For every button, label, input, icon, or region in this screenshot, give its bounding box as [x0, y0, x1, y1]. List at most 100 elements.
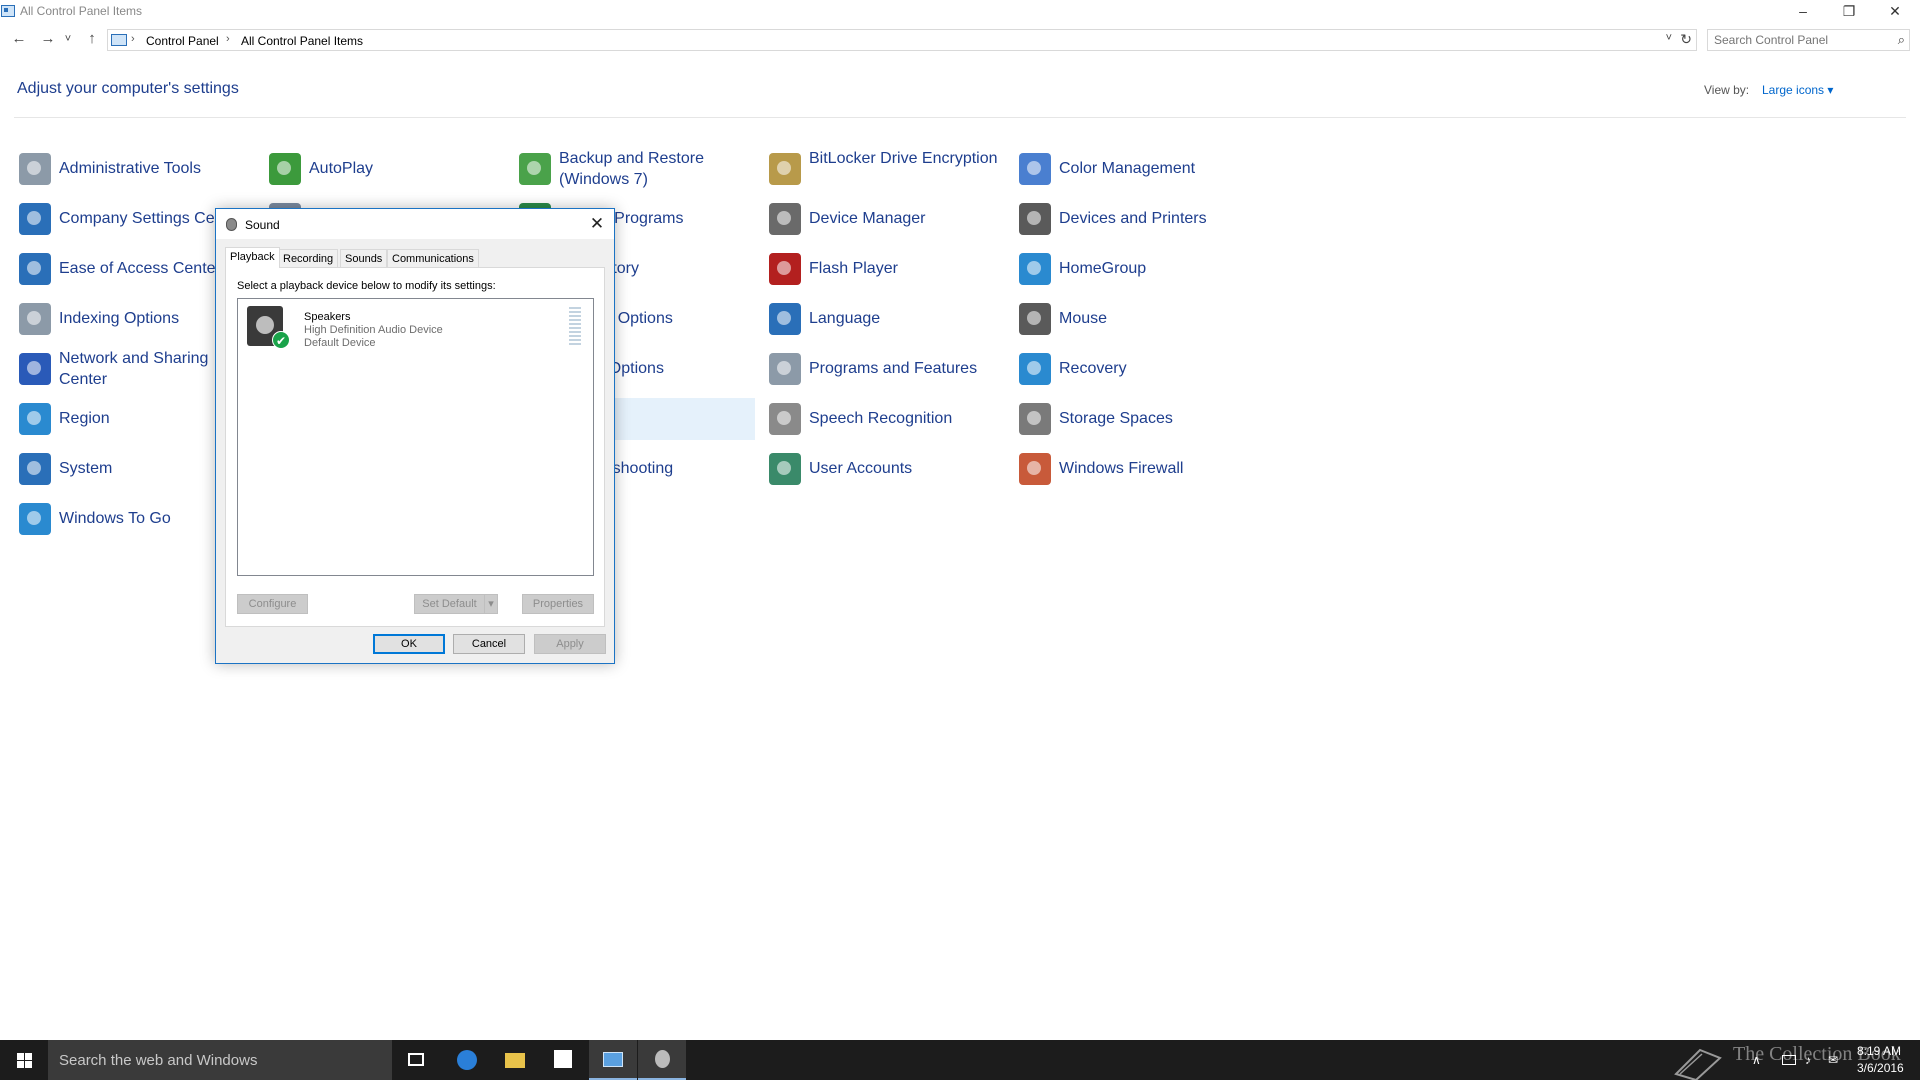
cp-item-backup-and-restore-windows-7[interactable]: Backup and Restore (Windows 7)	[515, 148, 755, 190]
color-management-icon	[1019, 153, 1051, 185]
dialog-title: Sound	[245, 218, 280, 232]
ok-button[interactable]: OK	[373, 634, 445, 654]
network-icon[interactable]	[1782, 1055, 1796, 1065]
recent-locations-button[interactable]: ˅	[61, 29, 75, 49]
cp-item-autoplay[interactable]: AutoPlay	[265, 148, 505, 190]
mouse-icon	[1019, 303, 1051, 335]
set-default-dropdown-button[interactable]: ▾	[484, 594, 498, 614]
refresh-icon[interactable]: ↻	[1680, 31, 1692, 48]
action-center-icon[interactable]: ✉	[1828, 1053, 1838, 1067]
cp-item-label: Programs and Features	[809, 360, 978, 377]
language-icon	[769, 303, 801, 335]
task-view-button[interactable]	[392, 1040, 440, 1080]
company-settings-icon	[19, 203, 51, 235]
cp-item-mouse[interactable]: Mouse	[1015, 298, 1255, 340]
cp-item-speech-recognition[interactable]: Speech Recognition	[765, 398, 1005, 440]
minimize-button[interactable]: –	[1780, 0, 1826, 24]
apply-button[interactable]: Apply	[534, 634, 606, 654]
playback-device-list[interactable]: ✔ Speakers High Definition Audio Device …	[237, 298, 594, 576]
clock-date[interactable]: 3/6/2016	[1857, 1061, 1904, 1075]
control-panel-icon	[603, 1052, 623, 1067]
cp-item-label: Recovery	[1059, 360, 1127, 377]
homegroup-icon	[1019, 253, 1051, 285]
store-icon	[554, 1050, 572, 1068]
view-by-dropdown[interactable]: Large icons ▾	[1762, 83, 1833, 97]
breadcrumb-all-items[interactable]: All Control Panel Items	[241, 34, 363, 48]
cp-item-storage-spaces[interactable]: Storage Spaces	[1015, 398, 1255, 440]
cp-item-device-manager[interactable]: Device Manager	[765, 198, 1005, 240]
instruction-text: Select a playback device below to modify…	[237, 280, 496, 292]
cp-item-user-accounts[interactable]: User Accounts	[765, 448, 1005, 490]
cancel-button[interactable]: Cancel	[453, 634, 525, 654]
cp-item-label: Device Manager	[809, 210, 926, 227]
store-button[interactable]	[540, 1040, 588, 1080]
cp-item-flash-player[interactable]: Flash Player	[765, 248, 1005, 290]
search-input[interactable]	[1714, 32, 1884, 48]
cp-item-label: BitLocker Drive Encryption	[809, 150, 998, 167]
task-view-icon	[408, 1053, 424, 1066]
cp-item-recovery[interactable]: Recovery	[1015, 348, 1255, 390]
dialog-close-button[interactable]: ✕	[586, 213, 608, 235]
cp-item-label: Flash Player	[809, 260, 898, 277]
sound-taskbar-button[interactable]	[638, 1040, 686, 1080]
device-manager-icon	[769, 203, 801, 235]
flash-player-icon	[769, 253, 801, 285]
tab-sounds[interactable]: Sounds	[340, 249, 388, 267]
cp-item-label: AutoPlay	[309, 160, 374, 177]
tray-chevron-icon[interactable]: ∧	[1752, 1053, 1761, 1067]
windows-firewall-icon	[1019, 453, 1051, 485]
edge-button[interactable]	[443, 1040, 491, 1080]
windows-to-go-icon	[19, 503, 51, 535]
device-description: High Definition Audio Device	[304, 324, 443, 336]
up-button[interactable]: ↑	[81, 29, 103, 49]
device-speakers[interactable]: ✔ Speakers High Definition Audio Device …	[240, 301, 591, 353]
cp-item-windows-firewall[interactable]: Windows Firewall	[1015, 448, 1255, 490]
cp-item-administrative-tools[interactable]: Administrative Tools	[15, 148, 255, 190]
forward-button[interactable]: →	[37, 29, 59, 49]
cp-item-bitlocker-drive-encryption[interactable]: BitLocker Drive Encryption	[765, 148, 1005, 190]
file-explorer-button[interactable]	[491, 1040, 539, 1080]
tab-recording[interactable]: Recording	[278, 249, 339, 267]
tab-playback[interactable]: Playback	[225, 247, 280, 268]
cp-item-homegroup[interactable]: HomeGroup	[1015, 248, 1255, 290]
device-status: Default Device	[304, 337, 376, 349]
start-button[interactable]	[0, 1040, 48, 1080]
cp-item-color-management[interactable]: Color Management	[1015, 148, 1255, 190]
cp-item-programs-and-features[interactable]: Programs and Features	[765, 348, 1005, 390]
administrative-tools-icon	[19, 153, 51, 185]
taskbar-search-placeholder: Search the web and Windows	[59, 1052, 258, 1069]
taskbar-search-box[interactable]: Search the web and Windows	[48, 1040, 392, 1080]
cp-item-label: User Accounts	[809, 460, 913, 477]
configure-button[interactable]: Configure	[237, 594, 308, 614]
clock-time[interactable]: 8:19 AM	[1857, 1044, 1901, 1058]
watermark-book-logo	[1674, 1048, 1722, 1080]
breadcrumb-separator: ›	[131, 33, 135, 45]
backup-restore-icon	[519, 153, 551, 185]
window-titlebar: All Control Panel Items – ❐ ✕	[0, 0, 1920, 24]
set-default-button[interactable]: Set Default	[414, 594, 485, 614]
cp-item-label: Windows Firewall	[1059, 460, 1184, 477]
properties-button[interactable]: Properties	[522, 594, 594, 614]
folder-icon	[505, 1053, 525, 1068]
cp-item-language[interactable]: Language	[765, 298, 1005, 340]
cp-item-label: Storage Spaces	[1059, 410, 1173, 427]
ease-of-access-icon	[19, 253, 51, 285]
close-button[interactable]: ✕	[1872, 0, 1918, 24]
address-dropdown-icon[interactable]: ˅	[1666, 32, 1672, 44]
speaker-icon	[226, 218, 237, 231]
volume-icon[interactable]: ♪	[1805, 1053, 1811, 1067]
control-panel-app-icon	[1, 5, 15, 17]
cp-item-label: Region	[59, 410, 110, 427]
breadcrumb-separator: ›	[226, 33, 230, 45]
restore-button[interactable]: ❐	[1826, 0, 1872, 24]
tab-communications[interactable]: Communications	[387, 249, 479, 267]
control-panel-taskbar-button[interactable]	[589, 1040, 637, 1080]
back-button[interactable]: ←	[8, 29, 30, 49]
search-icon[interactable]: ⌕	[1898, 32, 1905, 48]
breadcrumb-control-panel[interactable]: Control Panel	[146, 34, 219, 48]
cp-item-devices-and-printers[interactable]: Devices and Printers	[1015, 198, 1255, 240]
dialog-titlebar[interactable]: Sound ✕	[216, 209, 614, 239]
programs-features-icon	[769, 353, 801, 385]
address-bar[interactable]: › Control Panel › All Control Panel Item…	[107, 29, 1697, 51]
search-box[interactable]: ⌕	[1707, 29, 1910, 51]
